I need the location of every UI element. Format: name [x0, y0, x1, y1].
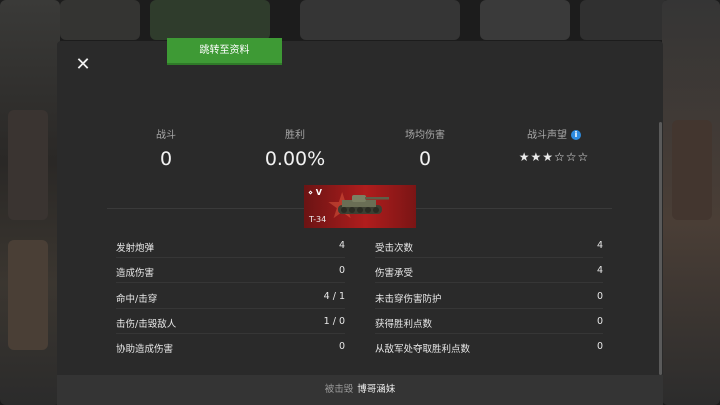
stat-row: 命中/击穿 4 / 1	[116, 285, 345, 309]
close-icon[interactable]: ✕	[74, 56, 92, 74]
stat-label-wrap: 战斗声望 i	[494, 126, 614, 141]
row-label: 发射炮弹	[116, 243, 155, 254]
row-label: 造成伤害	[116, 268, 155, 279]
tank-tier: ⋄ V	[308, 188, 322, 197]
stat-row: 造成伤害 0	[116, 259, 345, 283]
scrollbar[interactable]	[659, 122, 662, 375]
row-label: 获得胜利点数	[375, 319, 433, 330]
stat-victories: 胜利 0.00%	[235, 126, 355, 170]
row-value: 4	[596, 240, 603, 251]
stat-row: 从敌军处夺取胜利点数 0	[375, 335, 603, 359]
row-label: 命中/击穿	[116, 294, 158, 305]
stat-row: 获得胜利点数 0	[375, 310, 603, 334]
killer-name[interactable]: 博哥涵妹	[357, 384, 395, 395]
row-label: 协助造成伤害	[116, 344, 174, 355]
stat-row: 协助造成伤害 0	[116, 335, 345, 359]
tank-card: ★ ⋄ V T-34	[304, 185, 416, 228]
stat-value: 0	[159, 148, 173, 170]
stat-label: 战斗声望	[527, 130, 567, 141]
stat-row: 击伤/击毁敌人 1 / 0	[116, 310, 345, 334]
goto-profile-button[interactable]: 跳转至资料	[167, 38, 282, 65]
stat-label: 场均伤害	[405, 130, 445, 141]
row-value: 0	[338, 265, 345, 276]
row-label: 从敌军处夺取胜利点数	[375, 344, 471, 355]
reputation-stars: ★★★☆☆☆	[518, 150, 590, 164]
stat-row: 受击次数 4	[375, 234, 603, 258]
destroyed-by-footer: 被击毁 博哥涵妹	[57, 375, 663, 405]
row-label: 击伤/击毁敌人	[116, 319, 177, 330]
row-label: 受击次数	[375, 243, 414, 254]
destroyed-by-label: 被击毁	[324, 384, 354, 395]
stat-row: 未击穿伤害防护 0	[375, 285, 603, 309]
row-value: 4	[338, 240, 345, 251]
stat-label: 胜利	[285, 130, 305, 141]
row-value: 0	[596, 341, 603, 352]
row-value: 4	[596, 265, 603, 276]
stat-row: 伤害承受 4	[375, 259, 603, 283]
row-value: 0	[338, 341, 345, 352]
stat-battles: 战斗 0	[106, 126, 226, 170]
stat-value: 0	[418, 148, 432, 170]
tank-name: T-34	[309, 215, 327, 224]
row-value: 0	[596, 316, 603, 327]
row-label: 伤害承受	[375, 268, 414, 279]
row-value: 0	[596, 291, 603, 302]
row-value: 1 / 0	[323, 316, 345, 327]
tank-icon	[338, 195, 389, 214]
stat-value: 0.00%	[264, 148, 326, 170]
info-icon[interactable]: i	[571, 130, 581, 140]
row-label: 未击穿伤害防护	[375, 294, 442, 305]
stat-label: 战斗	[156, 130, 176, 141]
row-value: 4 / 1	[323, 291, 345, 302]
stat-battle-reputation: 战斗声望 i ★★★☆☆☆	[494, 126, 614, 164]
stat-average-damage: 场均伤害 0	[365, 126, 485, 170]
stat-row: 发射炮弹 4	[116, 234, 345, 258]
